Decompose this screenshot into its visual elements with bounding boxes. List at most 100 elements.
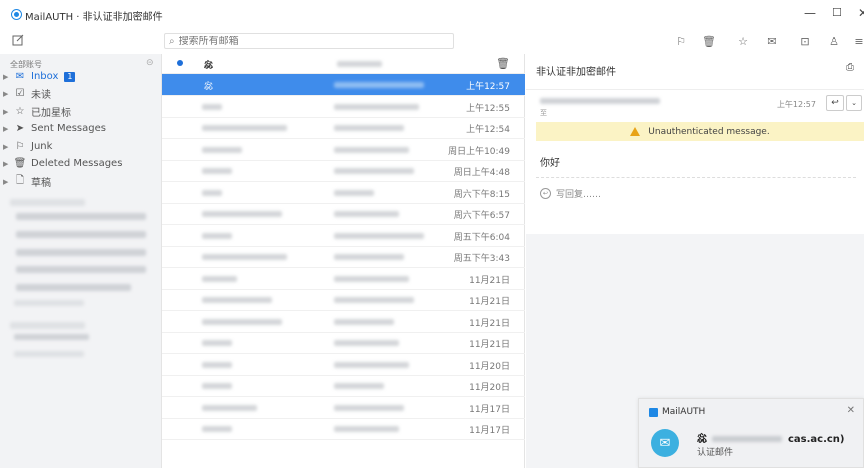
app-logo-icon [12,10,21,19]
row-date: 周六下午6:57 [453,211,510,221]
minimize-button[interactable]: — [804,6,816,20]
notification-body: 认证邮件 [697,448,734,458]
table-row[interactable]: 11月20日 [162,375,525,397]
redacted-folder[interactable] [16,213,146,220]
redacted-sender [202,426,232,432]
quick-reply-box[interactable]: ↩ 写回复…… [540,187,601,200]
expand-arrow-icon[interactable]: ▶ [3,160,13,168]
table-row[interactable]: 11月20日 [162,354,525,376]
row-date: 11月21日 [469,318,510,329]
table-row[interactable]: 周日上午4:48 [162,160,525,182]
row-date: 上午12:54 [466,125,510,135]
redacted-subject [334,426,399,432]
redacted-subject [334,168,414,174]
star-icon[interactable]: ☆ [736,35,750,48]
sidebar: 全部账号 ⊝ ▶ ✉ Inbox 1 ▶ ☑ 未读 ▶ ☆ 已加星标 ▶ ➤ S… [0,54,162,468]
redacted-subject [334,254,404,260]
sender-domain: cas.ac.cn) [787,434,845,445]
delete-icon[interactable]: 🗑 [702,35,716,48]
redacted-folder[interactable] [16,284,131,291]
reply-button[interactable]: ↩ [826,95,844,111]
unread-dot-icon[interactable] [177,60,183,66]
row-date: 上午12:55 [466,103,510,114]
table-row[interactable]: 11月21日 [162,268,525,290]
row-date: 11月21日 [469,340,510,350]
table-row[interactable]: 11月21日 [162,311,525,333]
expand-arrow-icon[interactable]: ▶ [3,108,13,116]
window-title: MailAUTH · 非认证非加密邮件 [25,12,163,23]
message-subject: 非认证非加密邮件 [536,67,616,78]
table-row[interactable]: 11月21日 [162,332,525,354]
redacted-sender [202,189,222,196]
sidebar-item-unread[interactable]: ▶ ☑ 未读 [0,85,162,102]
redacted-subject [334,103,419,110]
expand-arrow-icon[interactable]: ▶ [3,178,13,186]
table-row[interactable]: 周六下午8:15 [162,182,525,204]
table-row[interactable]: 上午12:54 [162,117,525,139]
redacted-sender [202,103,222,110]
expand-arrow-icon[interactable]: ▶ [3,90,13,98]
folder-label: 已加星标 [31,108,71,119]
trash-icon[interactable]: 🗑 [496,57,510,70]
table-row[interactable]: 11月21日 [162,289,525,311]
sidebar-item-drafts[interactable]: ▶ 🗋 草稿 [0,173,162,190]
message-header: 至 上午12:57 ↩ ⌄ [526,89,864,122]
sender-prefix: 惢 [697,434,707,445]
maximize-button[interactable]: ☐ [832,6,842,19]
redacted-sender [202,232,232,239]
table-row[interactable]: 周五下午6:04 [162,225,525,247]
table-row[interactable]: 11月17日 [162,418,525,440]
mail-icon: ✉ [651,429,679,457]
inbox-icon: ✉ [15,71,25,82]
expand-arrow-icon[interactable]: ▶ [3,73,13,81]
move-icon[interactable]: ⊡ [798,35,812,48]
table-row[interactable]: 惢 上午12:57 [162,74,525,96]
table-row[interactable]: 周日上午10:49 [162,139,525,161]
close-button[interactable]: ✕ [858,6,864,20]
notification-toast[interactable]: MailAUTH ✕ ✉ 惢 cas.ac.cn) 认证邮件 [638,398,864,468]
warning-icon [630,127,641,136]
more-options-button[interactable]: ⌄ [846,95,862,111]
sidebar-item-sent[interactable]: ▶ ➤ Sent Messages [0,120,162,137]
expand-arrow-icon[interactable]: ▶ [3,143,13,151]
junk-icon[interactable]: ⚐ [674,35,688,48]
table-row[interactable]: 上午12:55 [162,96,525,118]
message-body: 你好 [540,158,560,169]
redacted-sender [202,297,272,303]
print-icon[interactable]: ⎙ [846,62,854,73]
redacted-sender [202,168,232,174]
sidebar-item-starred[interactable]: ▶ ☆ 已加星标 [0,103,162,120]
redacted-folder[interactable] [14,351,84,357]
expand-arrow-icon[interactable]: ▶ [3,125,13,133]
sidebar-item-inbox[interactable]: ▶ ✉ Inbox 1 [0,68,162,85]
row-date: 11月17日 [469,404,510,415]
table-row[interactable]: 周五下午3:43 [162,246,525,268]
row-date: 11月20日 [469,383,510,393]
row-date: 11月17日 [469,426,510,436]
junk-icon: ⚐ [15,141,25,152]
redacted-subject-header[interactable] [337,61,382,67]
sidebar-item-deleted[interactable]: ▶ 🗑 Deleted Messages [0,155,162,172]
close-icon[interactable]: ✕ [847,405,855,416]
unread-icon: ☑ [15,88,25,99]
redacted-sender [202,211,282,217]
redacted-subject [334,361,409,368]
table-row[interactable]: 周六下午6:57 [162,203,525,225]
redacted-folder[interactable] [16,249,146,256]
redacted-folder[interactable] [14,334,89,340]
redacted-subject [334,232,424,239]
redacted-account [14,300,84,306]
redacted-folder[interactable] [16,266,146,273]
sidebar-item-junk[interactable]: ▶ ⚐ Junk [0,138,162,155]
sender-column-header[interactable]: 惢 [204,58,213,71]
contacts-icon[interactable]: ♙ [827,35,841,48]
redacted-sender [202,125,287,131]
menu-icon[interactable]: ≡ [852,35,864,48]
star-icon: ☆ [15,106,25,117]
redacted-sender [202,383,232,389]
redacted-subject [334,189,374,196]
redacted-folder[interactable] [16,231,146,238]
table-row[interactable]: 11月17日 [162,397,525,419]
settings-icon[interactable]: ⊝ [146,58,154,68]
mark-icon[interactable]: ✉ [765,35,779,48]
